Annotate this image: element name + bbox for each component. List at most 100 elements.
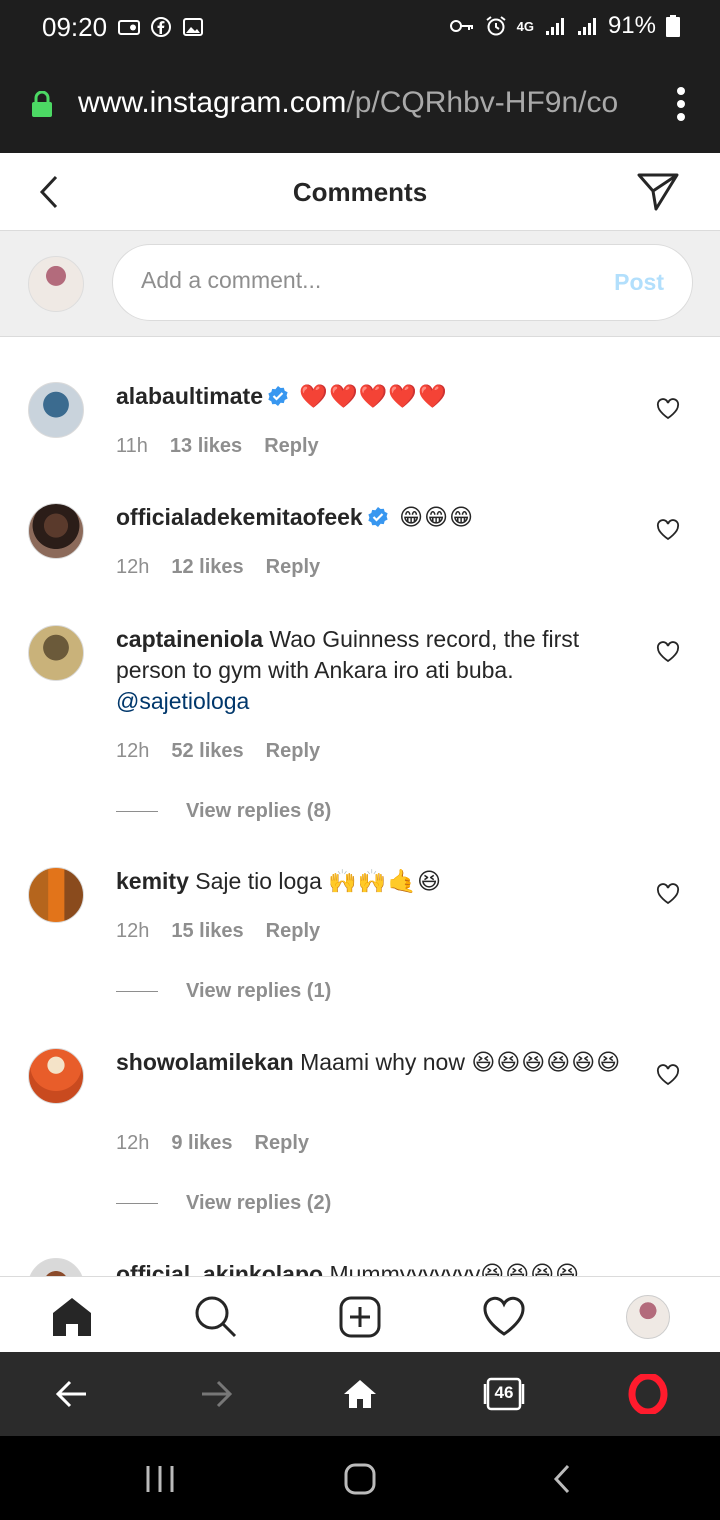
search-icon[interactable] xyxy=(194,1295,238,1339)
battery-icon xyxy=(666,15,680,37)
list-item: captaineniola Wao Guinness record, the f… xyxy=(0,622,720,822)
avatar[interactable] xyxy=(28,382,84,438)
comment-time: 12h xyxy=(116,740,150,762)
comment-username[interactable]: alabaultimate xyxy=(116,383,263,409)
reply-button[interactable]: Reply xyxy=(266,740,320,763)
verified-badge-icon xyxy=(368,507,388,527)
avatar xyxy=(28,256,84,312)
instagram-bottom-nav xyxy=(0,1276,720,1352)
comment-time: 12h xyxy=(116,920,150,942)
comment-username[interactable]: kemity xyxy=(116,868,189,894)
post-button[interactable]: Post xyxy=(614,269,664,296)
comment-username[interactable]: officialadekemitaofeek xyxy=(116,504,363,530)
status-time: 09:20 xyxy=(42,12,108,42)
view-replies-label: View replies (1) xyxy=(186,980,332,1002)
avatar[interactable] xyxy=(28,625,84,681)
comment-emoji: ❤️❤️❤️❤️❤️ xyxy=(299,383,448,409)
status-notification-icons xyxy=(118,16,204,38)
like-heart-icon[interactable] xyxy=(656,641,680,663)
comments-header: Comments xyxy=(0,153,720,231)
browser-forward-icon[interactable] xyxy=(196,1374,236,1414)
divider xyxy=(116,991,158,992)
comment-likes[interactable]: 12 likes xyxy=(171,556,243,579)
comment-emoji: 😁😁😁 xyxy=(399,504,475,530)
comment-text: Saje tio loga xyxy=(195,868,322,894)
comment-meta: 12h 12 likes Reply xyxy=(116,556,320,579)
tab-count: 46 xyxy=(494,1383,514,1402)
comments-list: alabaultimate ❤️❤️❤️❤️❤️ 11h 13 likes Re… xyxy=(0,338,720,1276)
reply-button[interactable]: Reply xyxy=(264,435,318,458)
signal-icon xyxy=(545,18,564,35)
list-item: officialadekemitaofeek 😁😁😁 12h 12 likes … xyxy=(0,500,720,610)
network-type: 4G xyxy=(516,18,534,34)
comment-likes[interactable]: 13 likes xyxy=(170,435,242,458)
comment-time: 12h xyxy=(116,1132,150,1154)
comment-emoji: 🙌🙌🤙😆 xyxy=(328,868,443,894)
tabs-button[interactable]: 46 xyxy=(483,1374,525,1414)
comment-time: 12h xyxy=(116,556,150,578)
divider xyxy=(116,1203,158,1204)
like-heart-icon[interactable] xyxy=(656,398,680,420)
view-replies-label: View replies (2) xyxy=(186,1192,332,1214)
opera-menu-icon[interactable] xyxy=(628,1374,668,1414)
comment-meta: 12h 52 likes Reply xyxy=(116,740,320,763)
url-field[interactable]: www.instagram.com/p/CQRhbv-HF9n/co xyxy=(78,86,658,120)
comment-likes[interactable]: 9 likes xyxy=(171,1132,232,1155)
view-replies-button[interactable]: View replies (8) xyxy=(116,800,331,823)
reply-button[interactable]: Reply xyxy=(266,920,320,943)
more-menu-icon[interactable] xyxy=(676,86,686,122)
list-item: kemity Saje tio loga 🙌🙌🤙😆 12h 15 likes R… xyxy=(0,864,720,1014)
vpn-key-icon xyxy=(449,20,473,32)
like-heart-icon[interactable] xyxy=(656,883,680,905)
avatar[interactable] xyxy=(28,1258,84,1276)
comment-meta: 12h 9 likes Reply xyxy=(116,1132,309,1155)
comment-emoji: 😆😆😆😆 xyxy=(480,1261,581,1276)
lock-icon xyxy=(32,91,52,117)
comment-meta: 12h 15 likes Reply xyxy=(116,920,320,943)
profile-avatar[interactable] xyxy=(626,1295,670,1339)
like-heart-icon[interactable] xyxy=(656,519,680,541)
home-icon[interactable] xyxy=(50,1295,94,1339)
comment-username[interactable]: showolamilekan xyxy=(116,1049,294,1075)
comment-likes[interactable]: 52 likes xyxy=(171,740,243,763)
battery-percent: 91% xyxy=(607,12,656,39)
comment-username[interactable]: captaineniola xyxy=(116,626,263,652)
avatar[interactable] xyxy=(28,1048,84,1104)
view-replies-button[interactable]: View replies (1) xyxy=(116,980,331,1003)
comment-likes[interactable]: 15 likes xyxy=(171,920,243,943)
comment-text: Mummyyyyyyy xyxy=(329,1261,481,1276)
browser-home-icon[interactable] xyxy=(340,1374,380,1414)
view-replies-label: View replies (8) xyxy=(186,800,332,822)
signal-2-icon xyxy=(577,18,596,35)
url-domain: www.instagram.com xyxy=(78,86,347,119)
view-replies-button[interactable]: View replies (2) xyxy=(116,1192,331,1215)
reply-button[interactable]: Reply xyxy=(266,556,320,579)
recent-apps-icon[interactable] xyxy=(143,1462,177,1496)
gallery-icon xyxy=(183,18,203,36)
comment-mention[interactable]: @sajetiologa xyxy=(116,688,249,714)
list-item: alabaultimate ❤️❤️❤️❤️❤️ 11h 13 likes Re… xyxy=(0,378,720,488)
comment-input-wrapper: Post xyxy=(112,244,693,321)
system-home-icon[interactable] xyxy=(343,1462,377,1496)
avatar[interactable] xyxy=(28,867,84,923)
comment-time: 11h xyxy=(116,435,148,457)
system-nav-bar xyxy=(0,1436,720,1520)
browser-back-icon[interactable] xyxy=(52,1374,92,1414)
comment-username[interactable]: official_akinkolapo xyxy=(116,1261,323,1276)
status-right-icons: 4G 91% xyxy=(449,12,680,40)
avatar[interactable] xyxy=(28,503,84,559)
alarm-icon xyxy=(486,16,506,36)
browser-address-bar: www.instagram.com/p/CQRhbv-HF9n/co xyxy=(0,56,720,153)
share-direct-icon[interactable] xyxy=(636,171,680,213)
activity-heart-icon[interactable] xyxy=(482,1295,526,1339)
comment-input[interactable] xyxy=(141,267,571,294)
verified-badge-icon xyxy=(268,386,288,406)
reply-button[interactable]: Reply xyxy=(255,1132,309,1155)
radio-icon xyxy=(118,20,140,35)
url-path: /p/CQRhbv-HF9n/co xyxy=(346,86,619,119)
status-bar: 09:20 4G 91% xyxy=(0,0,720,56)
browser-bottom-bar: 46 xyxy=(0,1352,720,1436)
new-post-icon[interactable] xyxy=(338,1295,382,1339)
like-heart-icon[interactable] xyxy=(656,1064,680,1086)
system-back-icon[interactable] xyxy=(546,1462,580,1496)
